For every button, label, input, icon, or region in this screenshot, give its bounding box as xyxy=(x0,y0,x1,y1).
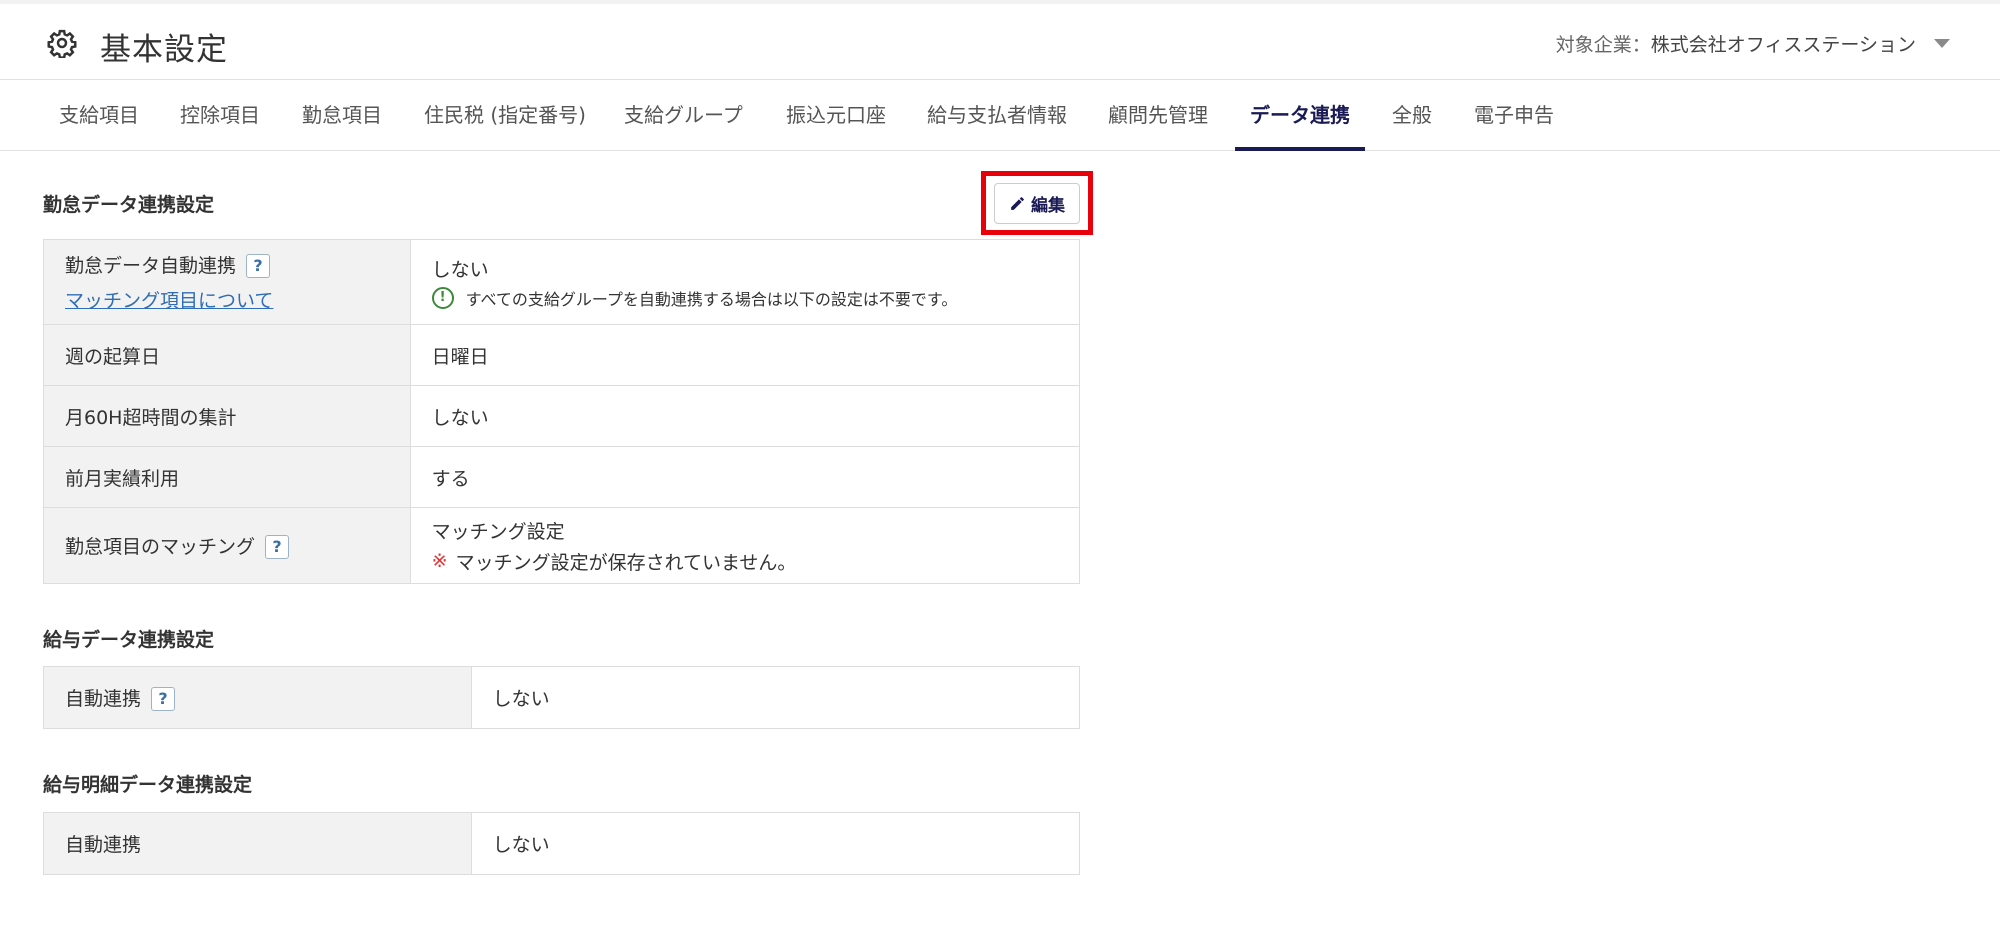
salary-section-title: 給与データ連携設定 xyxy=(43,629,215,651)
salary-auto-link-value: しない xyxy=(470,666,1081,729)
payslip-auto-link-value: しない xyxy=(470,812,1081,875)
tab-payment-items[interactable]: 支給項目 xyxy=(59,80,139,151)
row-label-cell: 勤怠データ自動連携? マッチング項目について xyxy=(43,239,411,325)
table-row: 週の起算日 日曜日 xyxy=(43,324,1081,386)
auto-link-label: 勤怠データ自動連携 xyxy=(65,254,237,277)
payslip-section-title: 給与明細データ連携設定 xyxy=(43,774,253,796)
overtime60-label: 月60H超時間の集計 xyxy=(43,385,411,447)
overtime60-value: しない xyxy=(409,385,1081,447)
company-name: 株式会社オフィスステーション xyxy=(1650,34,1916,56)
page-title: 基本設定 xyxy=(100,32,228,68)
tab-data-link[interactable]: データ連携 xyxy=(1250,80,1350,151)
company-selector[interactable]: 対象企業： 株式会社オフィスステーション xyxy=(1556,30,1950,57)
tab-payer-info[interactable]: 給与支払者情報 xyxy=(927,80,1067,151)
table-row: 自動連携 しない xyxy=(43,812,1081,875)
matching-warning: ※ マッチング設定が保存されていません。 xyxy=(432,548,1079,575)
edit-button[interactable]: 編集 xyxy=(994,183,1080,224)
row-label-cell: 勤怠項目のマッチング? xyxy=(43,507,411,584)
week-start-value: 日曜日 xyxy=(409,324,1081,386)
row-label-cell: 自動連携? xyxy=(43,666,472,729)
table-row: 前月実績利用 する xyxy=(43,446,1081,508)
table-row: 自動連携? しない xyxy=(43,666,1081,729)
prev-month-value: する xyxy=(409,446,1081,508)
tab-resident-tax[interactable]: 住民税 (指定番号) xyxy=(424,80,586,151)
help-icon[interactable]: ? xyxy=(151,687,176,712)
week-start-label: 週の起算日 xyxy=(43,324,411,386)
page-header: 基本設定 対象企業： 株式会社オフィスステーション xyxy=(0,4,2000,80)
active-tab-indicator xyxy=(1235,147,1365,151)
tab-client-management[interactable]: 顧問先管理 xyxy=(1108,80,1208,151)
row-value-cell: マッチング設定 ※ マッチング設定が保存されていません。 xyxy=(409,507,1081,584)
edit-button-label: 編集 xyxy=(1031,196,1065,216)
attendance-section-title: 勤怠データ連携設定 xyxy=(43,194,215,216)
warning-mark: ※ xyxy=(431,550,448,572)
row-value-cell: しない ! すべての支給グループを自動連携する場合は以下の設定は不要です。 xyxy=(409,239,1081,325)
help-icon[interactable]: ? xyxy=(265,535,290,560)
auto-link-value: しない xyxy=(431,258,489,281)
matching-warning-text: マッチング設定が保存されていません。 xyxy=(455,551,797,574)
tab-attendance-items[interactable]: 勤怠項目 xyxy=(302,80,382,151)
tab-transfer-account[interactable]: 振込元口座 xyxy=(786,80,886,151)
auto-link-note: ! すべての支給グループを自動連携する場合は以下の設定は不要です。 xyxy=(431,286,1079,310)
tab-bar: 支給項目 控除項目 勤怠項目 住民税 (指定番号) 支給グループ 振込元口座 給… xyxy=(0,80,2000,151)
company-label: 対象企業： xyxy=(1555,34,1651,56)
info-circle-icon: ! xyxy=(431,286,454,309)
caret-down-icon[interactable] xyxy=(1934,39,1950,48)
table-row: 勤怠データ自動連携? マッチング項目について しない ! すべての支給グループを… xyxy=(43,239,1081,325)
salary-auto-link-label: 自動連携 xyxy=(65,687,142,710)
help-icon[interactable]: ? xyxy=(246,254,271,279)
tab-deduction-items[interactable]: 控除項目 xyxy=(180,80,260,151)
payslip-settings-table: 自動連携 しない xyxy=(43,812,1081,875)
payslip-auto-link-label: 自動連携 xyxy=(43,812,472,875)
auto-link-note-text: すべての支給グループを自動連携する場合は以下の設定は不要です。 xyxy=(465,289,958,309)
pencil-icon xyxy=(1011,197,1024,210)
salary-settings-table: 自動連携? しない xyxy=(43,666,1081,729)
tab-general[interactable]: 全般 xyxy=(1392,80,1432,151)
table-row: 月60H超時間の集計 しない xyxy=(43,385,1081,447)
tab-e-filing[interactable]: 電子申告 xyxy=(1474,80,1554,151)
table-row: 勤怠項目のマッチング? マッチング設定 ※ マッチング設定が保存されていません。 xyxy=(43,507,1081,584)
matching-label: 勤怠項目のマッチング xyxy=(65,535,256,558)
tab-payment-group[interactable]: 支給グループ xyxy=(624,80,743,151)
gear-icon xyxy=(47,29,77,58)
prev-month-label: 前月実績利用 xyxy=(43,446,411,508)
matching-value: マッチング設定 xyxy=(431,520,565,543)
attendance-settings-table: 勤怠データ自動連携? マッチング項目について しない ! すべての支給グループを… xyxy=(43,239,1081,584)
matching-items-link[interactable]: マッチング項目について xyxy=(65,290,273,312)
